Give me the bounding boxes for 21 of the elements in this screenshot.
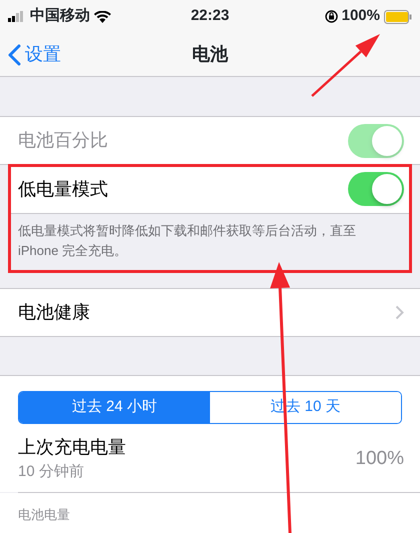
- carrier-name: 中国移动: [30, 6, 90, 26]
- chevron-icon: [395, 305, 404, 320]
- battery-health-row[interactable]: 电池健康: [0, 288, 420, 337]
- signal-icon: [8, 11, 26, 22]
- rotation-lock-icon: [324, 10, 338, 23]
- toggle-switch[interactable]: [348, 172, 404, 206]
- back-button[interactable]: 设置: [8, 41, 61, 68]
- setting-label: 低电量模式: [18, 178, 108, 200]
- page-title: 电池: [192, 43, 228, 66]
- last-charge-label: 上次充电电量: [18, 436, 126, 459]
- last-charge-time: 10 分钟前: [18, 462, 85, 482]
- clock-time: 22:23: [190, 6, 230, 26]
- annotation-arrow: [311, 34, 380, 97]
- wifi-icon: [94, 10, 111, 22]
- last-charge-value: 100%: [355, 446, 404, 470]
- battery-percent: 100%: [342, 6, 380, 26]
- segment-tab[interactable]: 过去 24 小时: [19, 392, 210, 423]
- back-chevron-icon: [8, 44, 21, 66]
- setting-label: 电池百分比: [18, 129, 108, 152]
- footer-note: 低电量模式将暂时降低如下载和邮件获取等后台活动，直至 iPhone 完全充电。: [17, 222, 357, 260]
- battery-level-label: 电池电量: [18, 506, 70, 522]
